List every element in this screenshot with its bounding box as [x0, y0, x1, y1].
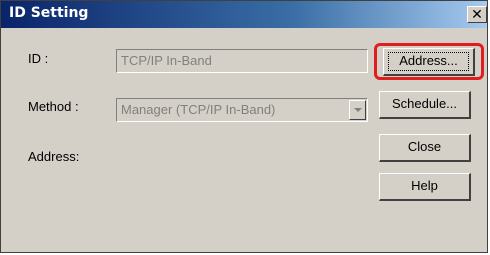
address-label: Address: [28, 149, 80, 164]
schedule-button-label: Schedule... [391, 96, 458, 111]
title-bar: ID Setting ✕ [1, 1, 487, 28]
help-button-label: Help [411, 178, 438, 193]
method-label: Method : [28, 99, 79, 114]
window-title: ID Setting [9, 5, 89, 21]
schedule-button[interactable]: Schedule... [379, 91, 471, 119]
close-button[interactable]: Close [379, 134, 471, 162]
method-select: Manager (TCP/IP In-Band) [116, 98, 368, 122]
chevron-down-icon [349, 100, 366, 120]
method-select-value: Manager (TCP/IP In-Band) [121, 102, 276, 117]
close-window-icon[interactable]: ✕ [467, 6, 487, 23]
id-label: ID : [28, 51, 49, 66]
focus-outline [388, 52, 469, 71]
id-setting-dialog: ID Setting ✕ ID : TCP/IP In-Band Method … [0, 0, 488, 253]
help-button[interactable]: Help [379, 173, 471, 201]
id-field: TCP/IP In-Band [116, 49, 368, 73]
close-button-label: Close [407, 139, 442, 154]
address-button[interactable]: Address... [383, 48, 475, 76]
